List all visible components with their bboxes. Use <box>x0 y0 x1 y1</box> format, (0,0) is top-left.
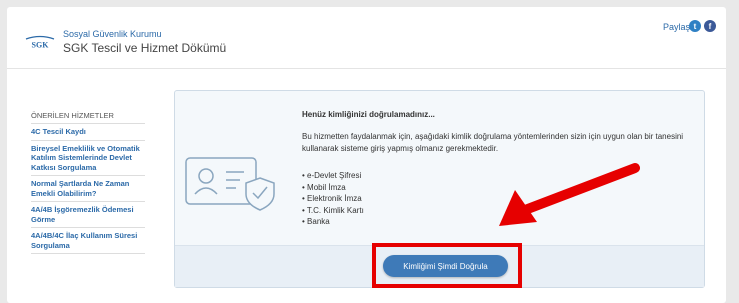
sgk-logo: SGK <box>25 35 55 49</box>
list-item: e-Devlet Şifresi <box>302 170 364 182</box>
list-item: T.C. Kimlik Kartı <box>302 205 364 217</box>
sidebar-item-ilac-kullanim[interactable]: 4A/4B/4C İlaç Kullanım Süresi Sorgulama <box>31 228 145 254</box>
list-item: Banka <box>302 216 364 228</box>
identity-card-icon <box>185 157 275 211</box>
highlight-box: Kimliğimi Şimdi Doğrula <box>372 243 522 288</box>
page-header: SGK Sosyal Güvenlik Kurumu SGK Tescil ve… <box>7 7 726 69</box>
verify-identity-button[interactable]: Kimliğimi Şimdi Doğrula <box>383 255 508 277</box>
sidebar-item-bireysel-emeklilik[interactable]: Bireysel Emeklilik ve Otomatik Katılım S… <box>31 141 145 176</box>
list-item: Mobil İmza <box>302 182 364 194</box>
facebook-icon[interactable]: f <box>704 20 716 32</box>
annotation-arrow-icon <box>499 163 640 226</box>
recommended-services-heading: ÖNERİLEN HİZMETLER <box>31 111 145 124</box>
panel-title: Henüz kimliğinizi doğrulamadınız... <box>302 110 435 119</box>
page-card: SGK Sosyal Güvenlik Kurumu SGK Tescil ve… <box>7 7 726 303</box>
auth-methods-list: e-Devlet Şifresi Mobil İmza Elektronik İ… <box>302 170 364 228</box>
share-icons: t f <box>689 20 716 32</box>
share-label: Paylaş <box>663 22 691 32</box>
organization-name: Sosyal Güvenlik Kurumu <box>63 29 162 39</box>
service-title: SGK Tescil ve Hizmet Dökümü <box>63 41 227 55</box>
twitter-icon[interactable]: t <box>689 20 701 32</box>
sidebar-item-emeklilik-tarihi[interactable]: Normal Şartlarda Ne Zaman Emekli Olabili… <box>31 176 145 202</box>
svg-text:SGK: SGK <box>32 41 50 50</box>
sidebar-item-4c-tescil[interactable]: 4C Tescil Kaydı <box>31 124 145 141</box>
recommended-services: ÖNERİLEN HİZMETLER 4C Tescil Kaydı Birey… <box>31 111 145 254</box>
list-item: Elektronik İmza <box>302 193 364 205</box>
panel-description: Bu hizmetten faydalanmak için, aşağıdaki… <box>302 132 684 153</box>
sidebar-item-isgoremezlik[interactable]: 4A/4B İşgöremezlik Ödemesi Görme <box>31 202 145 228</box>
